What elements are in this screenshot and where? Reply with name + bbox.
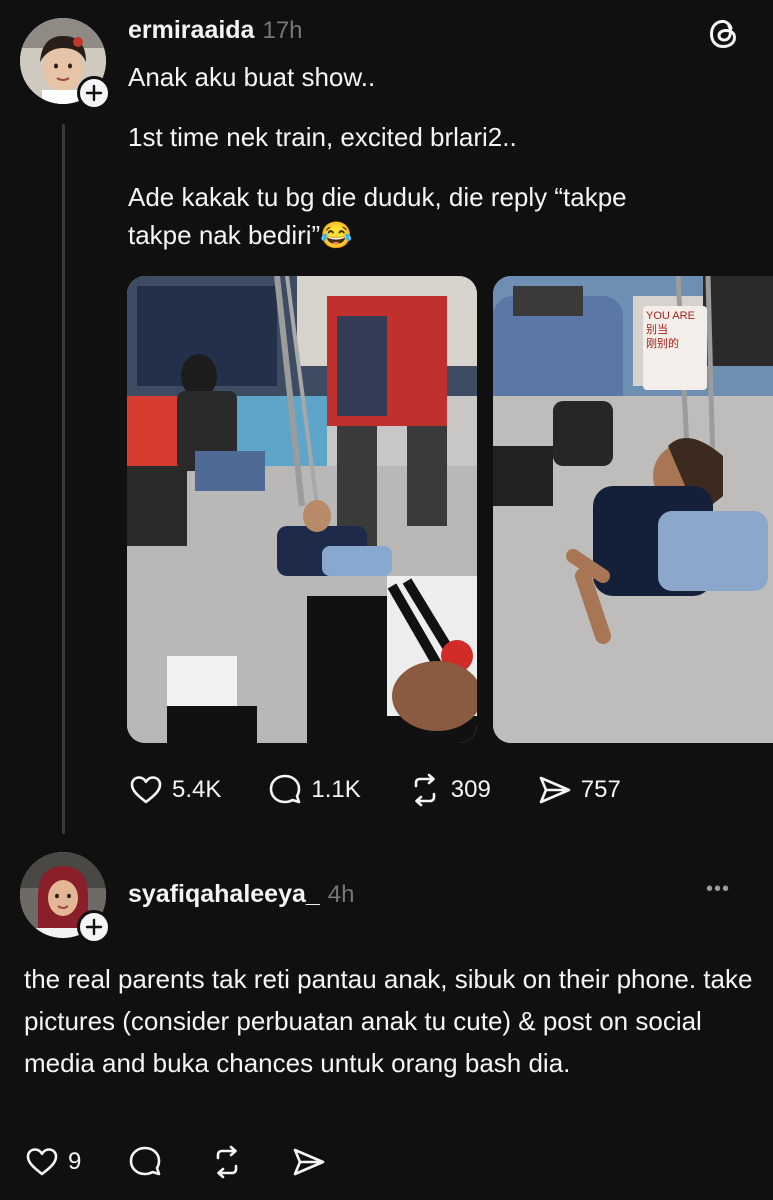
post-text-line: Ade kakak tu bg die duduk, die reply “ta… [128,182,627,212]
post-text: the real parents tak reti pantau anak, s… [24,964,753,1078]
repost-button[interactable]: 309 [407,772,491,808]
post-text-line: takpe nak bediri”😂 [128,220,353,250]
like-count: 9 [68,1148,82,1175]
post-text-line: Anak aku buat show.. [128,62,376,92]
repost-button[interactable] [209,1144,245,1180]
share-count: 757 [580,776,621,803]
follow-plus-button[interactable] [77,76,111,110]
post-text-line: 1st time nek train, excited brlari2.. [128,122,517,152]
like-count: 5.4K [172,776,222,803]
repost-icon [217,1145,238,1179]
more-icon[interactable]: ••• [706,878,730,901]
share-icon [294,1148,325,1176]
username-syafiqahaleeya[interactable]: syafiqahaleeya_ [128,880,320,908]
photo-sign: YOU ARE 别当 刚别的 [643,306,707,390]
like-button[interactable]: 5.4K [128,772,221,808]
post-photo-2[interactable]: YOU ARE 别当 刚别的 [493,276,773,743]
share-icon [539,776,571,804]
share-button[interactable]: 757 [537,772,621,808]
share-button[interactable] [291,1144,327,1180]
post-photo-1[interactable] [127,276,477,743]
username-ermiraaida[interactable]: ermiraaida [128,16,254,44]
reply-button[interactable]: 1.1K [267,772,361,808]
follow-plus-button[interactable] [77,910,111,944]
reply-count: 1.1K [311,776,361,803]
comment-icon [130,1146,161,1176]
plus-icon [85,84,103,102]
username-header: syafiqahaleeya_ 4h [128,880,355,909]
username-header: ermiraaida 17h [128,16,303,45]
thread-line [62,124,65,834]
heart-icon [130,776,162,804]
post2-actions: 9 [24,1144,327,1180]
post1-actions: 5.4K 1.1K 309 757 [128,772,621,808]
comment-icon [270,774,301,804]
like-button[interactable]: 9 [24,1144,81,1180]
repost-icon [414,773,436,807]
reply-button[interactable] [127,1144,163,1180]
post-time: 4h [327,881,355,908]
repost-count: 309 [450,776,491,803]
heart-icon [26,1148,58,1176]
threads-logo-icon[interactable] [706,16,742,57]
post-time: 17h [262,17,303,44]
plus-icon [85,918,103,936]
